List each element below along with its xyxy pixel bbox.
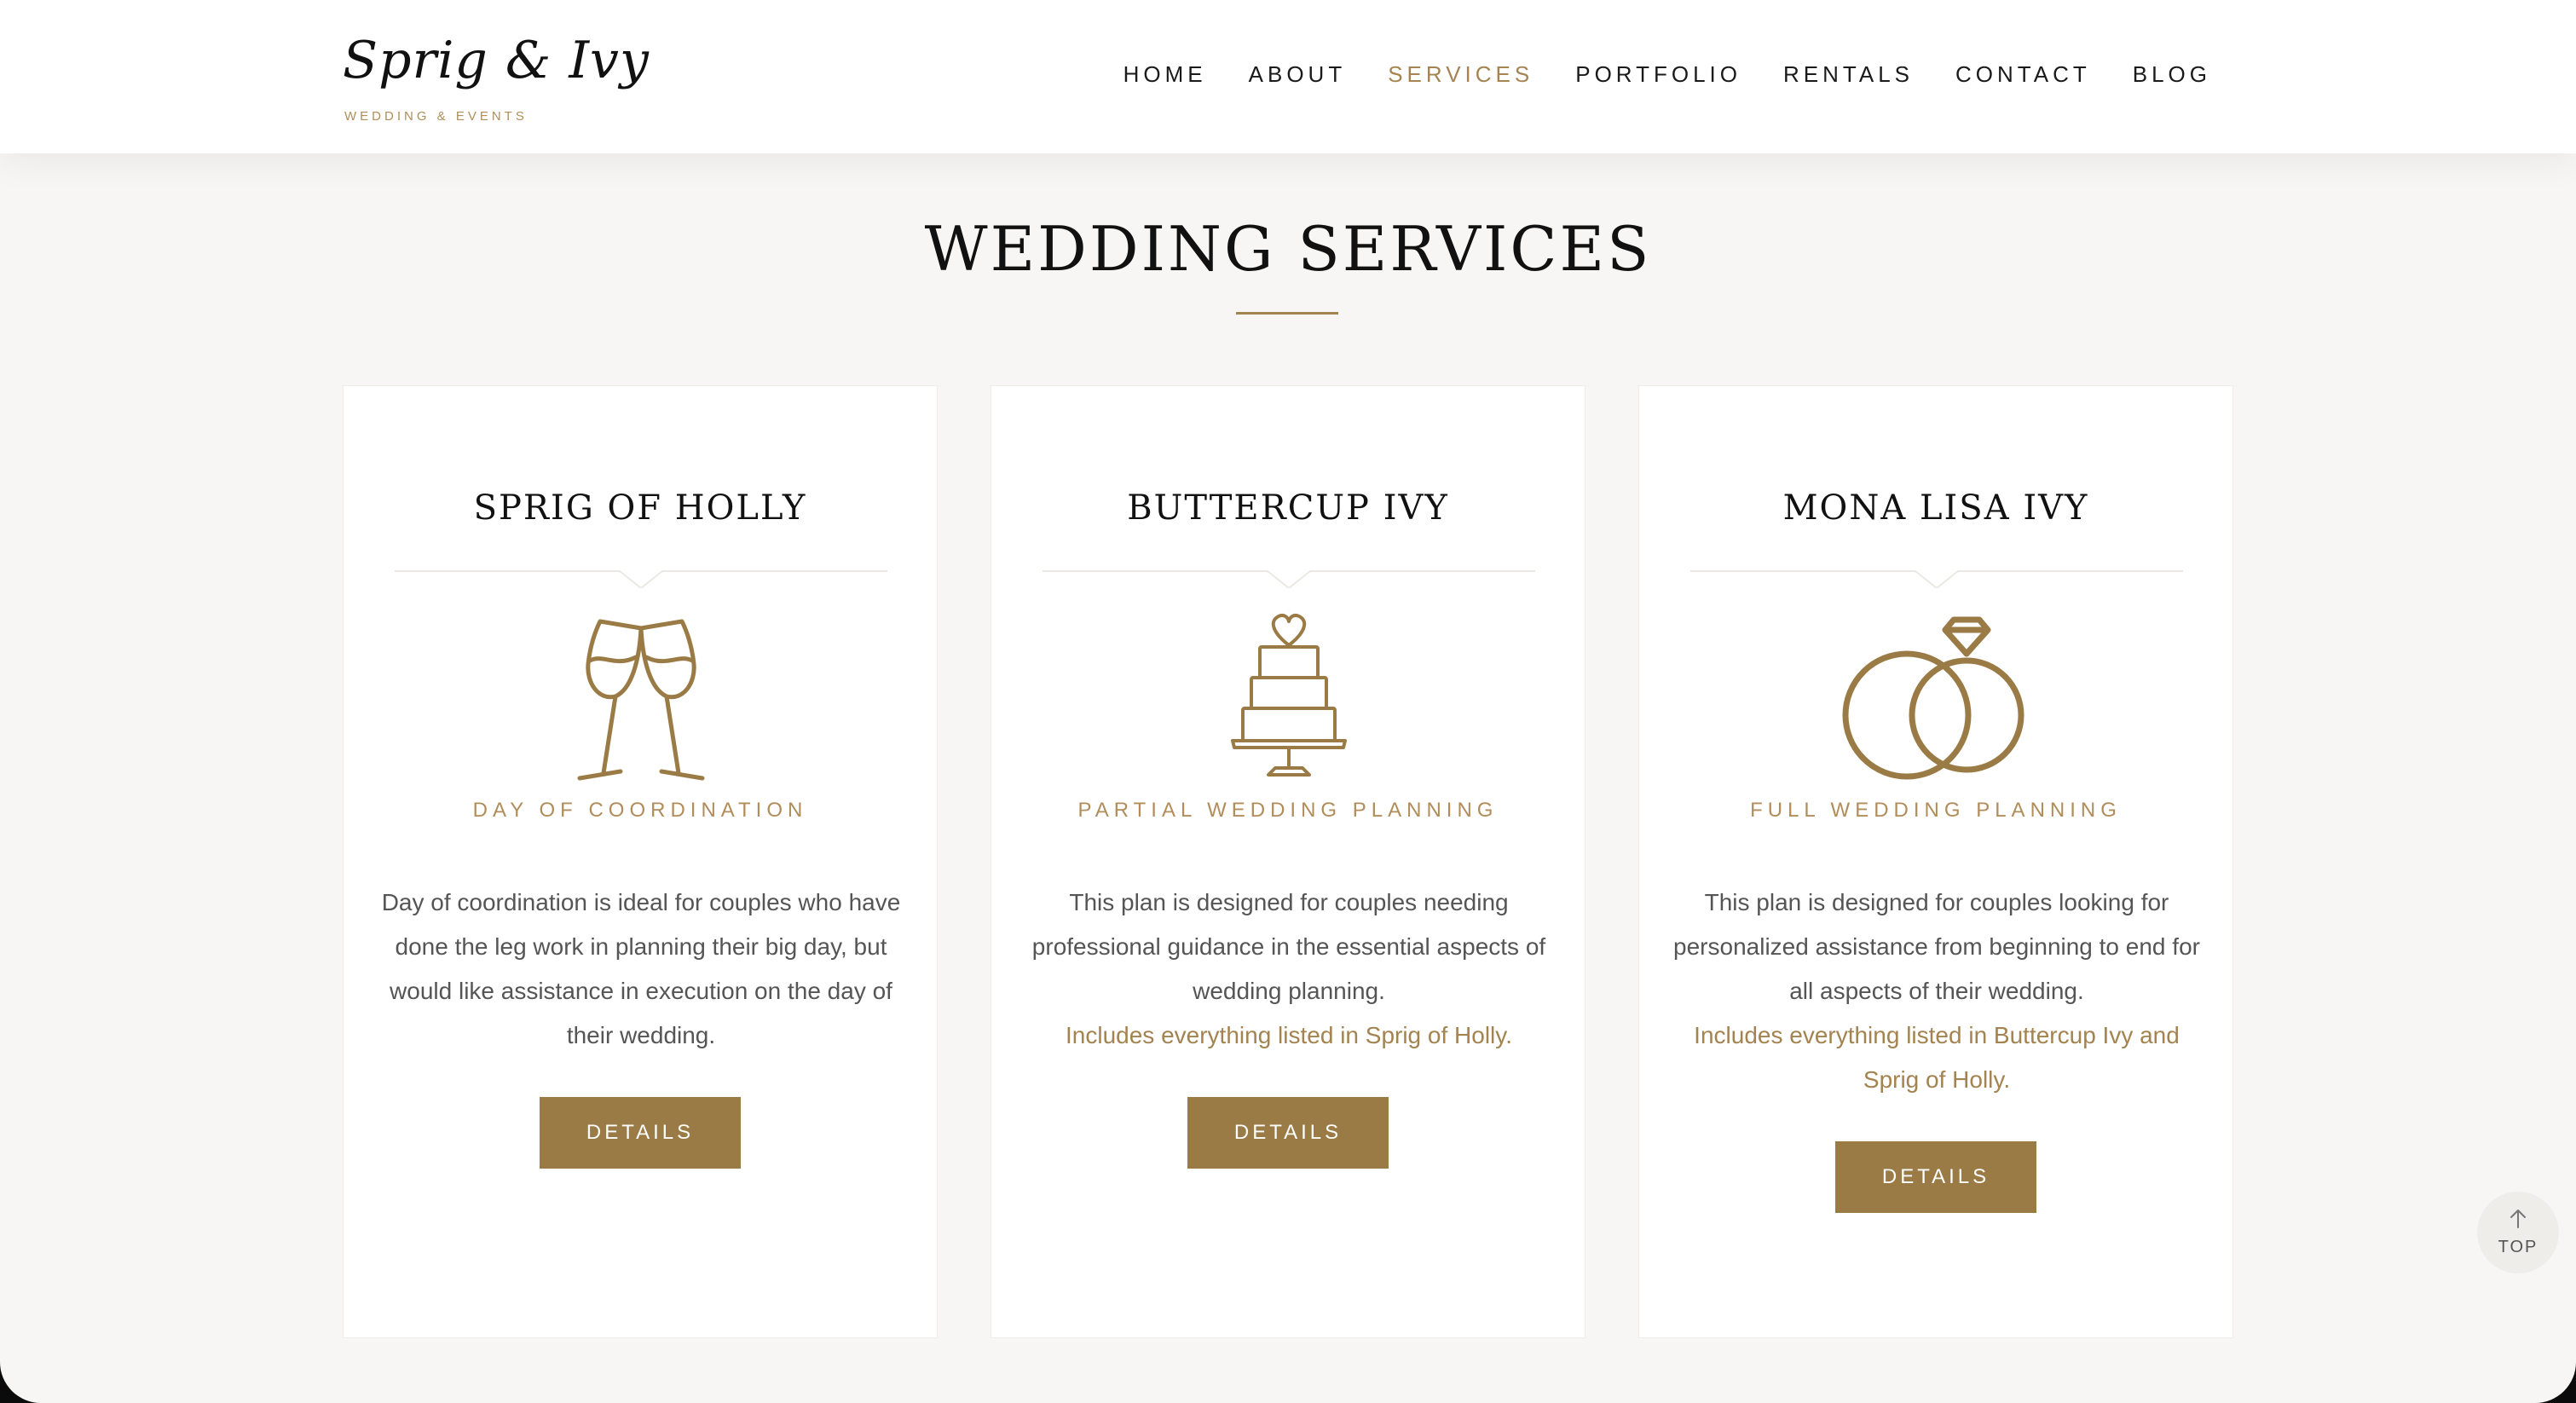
nav-services[interactable]: SERVICES [1388, 61, 1533, 88]
logo-script: Sprig & Ivy [343, 31, 650, 90]
nav-portfolio[interactable]: PORTFOLIO [1575, 61, 1741, 88]
details-button[interactable]: DETAILS [1835, 1141, 2036, 1213]
arrow-up-icon [2510, 1210, 2526, 1228]
card-title: BUTTERCUP IVY [1127, 488, 1449, 528]
card-divider [1043, 570, 1535, 588]
champagne-glasses-icon [577, 619, 705, 781]
service-card-buttercup-ivy: BUTTERCUP IVY PARTIAL WEDDING PLANNING T… [991, 385, 1585, 1338]
card-subtitle: FULL WEDDING PLANNING [1750, 799, 2122, 822]
back-to-top-button[interactable]: TOP [2477, 1192, 2559, 1273]
site-header: Sprig & Ivy WEDDING & EVENTS HOME ABOUT … [0, 0, 2576, 153]
card-title: MONA LISA IVY [1782, 488, 2089, 528]
card-title: SPRIG OF HOLLY [473, 488, 807, 528]
card-divider [1690, 570, 2183, 588]
card-divider [395, 570, 887, 588]
wedding-rings-icon [1842, 616, 2024, 780]
service-card-sprig-of-holly: SPRIG OF HOLLY DAY OF COORDINATION Day o… [343, 385, 938, 1338]
nav-contact[interactable]: CONTACT [1955, 61, 2091, 88]
card-subtitle: DAY OF COORDINATION [472, 799, 808, 822]
card-description-text: Day of coordination is ideal for couples… [381, 889, 901, 1048]
service-card-mona-lisa-ivy: MONA LISA IVY FULL WEDDING PLANNING This… [1638, 385, 2233, 1338]
main-nav: HOME ABOUT SERVICES PORTFOLIO RENTALS CO… [1123, 61, 2211, 88]
card-description: Day of coordination is ideal for couples… [378, 880, 904, 1058]
title-underline [1236, 312, 1338, 315]
site-logo[interactable]: Sprig & Ivy WEDDING & EVENTS [343, 31, 649, 128]
card-description-highlight: Includes everything listed in Buttercup … [1694, 1022, 2180, 1093]
logo-tagline: WEDDING & EVENTS [344, 109, 528, 124]
wedding-cake-icon [1231, 613, 1347, 777]
card-description-text: This plan is designed for couples lookin… [1673, 889, 2200, 1004]
details-button[interactable]: DETAILS [1187, 1097, 1389, 1169]
nav-about[interactable]: ABOUT [1249, 61, 1347, 88]
card-description: This plan is designed for couples needin… [1025, 880, 1552, 1058]
back-to-top-label: TOP [2498, 1238, 2538, 1256]
card-description: This plan is designed for couples lookin… [1673, 880, 2200, 1102]
nav-blog[interactable]: BLOG [2133, 61, 2211, 88]
page: Sprig & Ivy WEDDING & EVENTS HOME ABOUT … [0, 0, 2576, 1403]
section-title: WEDDING SERVICES [924, 213, 1652, 285]
nav-home[interactable]: HOME [1123, 61, 1207, 88]
card-subtitle: PARTIAL WEDDING PLANNING [1077, 799, 1499, 822]
card-description-highlight: Includes everything listed in Sprig of H… [1066, 1022, 1512, 1048]
card-description-text: This plan is designed for couples needin… [1031, 889, 1546, 1004]
details-button[interactable]: DETAILS [540, 1097, 741, 1169]
nav-rentals[interactable]: RENTALS [1783, 61, 1914, 88]
